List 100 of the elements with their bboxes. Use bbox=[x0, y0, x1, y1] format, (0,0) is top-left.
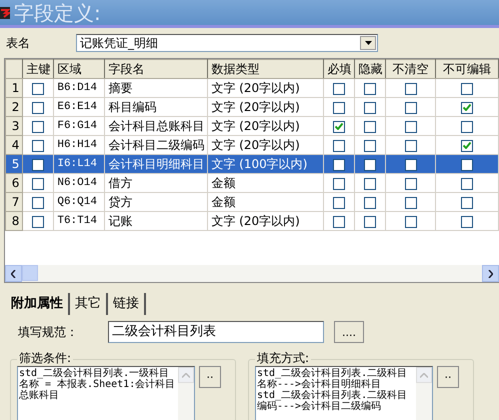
checkbox[interactable] bbox=[460, 178, 473, 190]
scroll-right-button[interactable] bbox=[482, 265, 499, 282]
table-cell: T6:T14 bbox=[54, 212, 105, 230]
column-header: 主键 bbox=[22, 60, 54, 78]
scroll-left-button[interactable] bbox=[5, 265, 22, 282]
window-title: 字段定义: bbox=[14, 2, 101, 22]
table-cell: 贷方 bbox=[104, 192, 208, 212]
dropdown-arrow-icon bbox=[364, 41, 372, 45]
checkbox[interactable] bbox=[333, 196, 346, 209]
scroll-thumb[interactable] bbox=[22, 265, 38, 281]
table-cell: B6:D14 bbox=[54, 78, 105, 98]
checkbox[interactable] bbox=[32, 178, 44, 190]
browse-button[interactable]: ·· bbox=[199, 366, 221, 388]
checkbox[interactable] bbox=[404, 158, 417, 171]
grid-row[interactable]: 8 T6:T14 记账 文字 (20字以内) bbox=[6, 212, 498, 230]
grid-row[interactable]: 3 F6:G14 会计科目总账科目 文字 (20字以内) bbox=[6, 116, 498, 136]
table-cell: 会计科目总账科目 bbox=[104, 116, 208, 136]
table-cell: Q6:Q14 bbox=[54, 192, 105, 212]
browse-button[interactable]: .... bbox=[334, 321, 364, 343]
checkbox[interactable] bbox=[460, 82, 473, 95]
checkbox[interactable] bbox=[404, 120, 417, 133]
row-number: 7 bbox=[6, 192, 23, 212]
group-label: 填充方式: bbox=[255, 352, 312, 366]
checkbox[interactable] bbox=[404, 140, 417, 152]
text-area[interactable]: std_二级会计科目列表.一级科目名称 = 本报表.Sheet1:会计科目总账科目 bbox=[17, 366, 195, 420]
table-cell: 会计科目明细科目 bbox=[104, 154, 208, 174]
chevron-up-icon bbox=[182, 372, 190, 378]
checkbox[interactable] bbox=[364, 178, 376, 190]
checkbox[interactable] bbox=[364, 140, 376, 152]
chevron-up-icon bbox=[420, 372, 428, 378]
checkbox[interactable] bbox=[333, 102, 346, 114]
checkbox[interactable] bbox=[364, 196, 376, 209]
checkbox[interactable] bbox=[32, 120, 44, 133]
table-cell: 科目编码 bbox=[104, 98, 208, 116]
text-area[interactable]: std_二级会计科目列表.二级科目名称--->会计科目明细科目 std_二级会计科目列表.二级科目编码--->会计科目二级编码 bbox=[255, 366, 433, 420]
checkbox[interactable] bbox=[32, 158, 44, 171]
chevron-left-icon bbox=[11, 270, 16, 278]
checkbox[interactable] bbox=[333, 82, 346, 95]
table-name-dropdown[interactable]: 记账凭证_明细 bbox=[76, 34, 378, 52]
table-cell: 金额 bbox=[208, 192, 324, 212]
checkbox[interactable] bbox=[333, 120, 346, 133]
checkbox[interactable] bbox=[32, 216, 44, 228]
input-field[interactable]: 二级会计科目列表 bbox=[108, 321, 324, 343]
checkbox[interactable] bbox=[460, 196, 473, 209]
field-label: 表名 bbox=[6, 35, 30, 52]
checkbox[interactable] bbox=[333, 140, 346, 152]
checkbox[interactable] bbox=[460, 158, 473, 171]
row-number: 1 bbox=[6, 78, 23, 98]
checkbox[interactable] bbox=[364, 216, 376, 228]
grid-row[interactable]: 5 I6:L14 会计科目明细科目 文字 (100字以内) bbox=[6, 154, 498, 174]
table-cell: F6:G14 bbox=[54, 116, 105, 136]
grid-row[interactable]: 1 B6:D14 摘要 文字 (20字以内) bbox=[6, 78, 498, 98]
table-cell: I6:L14 bbox=[54, 154, 105, 174]
table-cell: 摘要 bbox=[104, 78, 208, 98]
grid-row[interactable]: 2 E6:E14 科目编码 文字 (20字以内) bbox=[6, 98, 498, 116]
checkbox[interactable] bbox=[364, 120, 376, 133]
app-logo-icon bbox=[0, 6, 10, 18]
column-header: 不可编辑 bbox=[435, 60, 498, 78]
checkbox[interactable] bbox=[364, 82, 376, 95]
checkbox[interactable] bbox=[460, 120, 473, 133]
checkbox[interactable] bbox=[404, 178, 417, 190]
grid-row[interactable]: 6 N6:O14 借方 金额 bbox=[6, 174, 498, 192]
table-cell: 文字 (20字以内) bbox=[208, 212, 324, 230]
checkbox[interactable] bbox=[460, 216, 473, 228]
checkbox[interactable] bbox=[32, 140, 44, 152]
table-cell: 文字 (20字以内) bbox=[208, 78, 324, 98]
checkbox[interactable] bbox=[404, 82, 417, 95]
column-header: 不清空 bbox=[386, 60, 436, 78]
column-header: 数据类型 bbox=[208, 60, 324, 78]
row-number: 3 bbox=[6, 116, 23, 136]
tab[interactable]: 附加属性 bbox=[6, 293, 70, 315]
grid-corner bbox=[6, 60, 23, 78]
chevron-right-icon bbox=[488, 270, 493, 278]
table-cell: 文字 (20字以内) bbox=[208, 98, 324, 116]
checkbox[interactable] bbox=[364, 158, 376, 171]
row-number: 8 bbox=[6, 212, 23, 230]
table-cell: 借方 bbox=[104, 174, 208, 192]
checkbox[interactable] bbox=[404, 196, 417, 209]
checkbox[interactable] bbox=[404, 216, 417, 228]
checkbox[interactable] bbox=[32, 82, 44, 95]
checkbox[interactable] bbox=[333, 178, 346, 190]
checkbox[interactable] bbox=[32, 102, 44, 114]
checkbox[interactable] bbox=[32, 196, 44, 209]
group-label: 筛选条件: bbox=[17, 352, 74, 366]
checkbox[interactable] bbox=[364, 102, 376, 114]
checkbox[interactable] bbox=[333, 158, 346, 171]
browse-button[interactable]: ·· bbox=[437, 366, 459, 388]
checkbox[interactable] bbox=[460, 102, 473, 114]
table-cell: 文字 (20字以内) bbox=[208, 116, 324, 136]
tab[interactable]: 链接 bbox=[108, 293, 146, 315]
checkbox[interactable] bbox=[460, 140, 473, 152]
row-number: 6 bbox=[6, 174, 23, 192]
grid-row[interactable]: 7 Q6:Q14 贷方 金额 bbox=[6, 192, 498, 212]
tab[interactable]: 其它 bbox=[70, 293, 108, 315]
row-number: 2 bbox=[6, 98, 23, 116]
checkbox[interactable] bbox=[404, 102, 417, 114]
checkbox[interactable] bbox=[333, 216, 346, 228]
column-header: 字段名 bbox=[104, 60, 208, 78]
table-cell: 记账 bbox=[104, 212, 208, 230]
row-number: 4 bbox=[6, 136, 23, 154]
